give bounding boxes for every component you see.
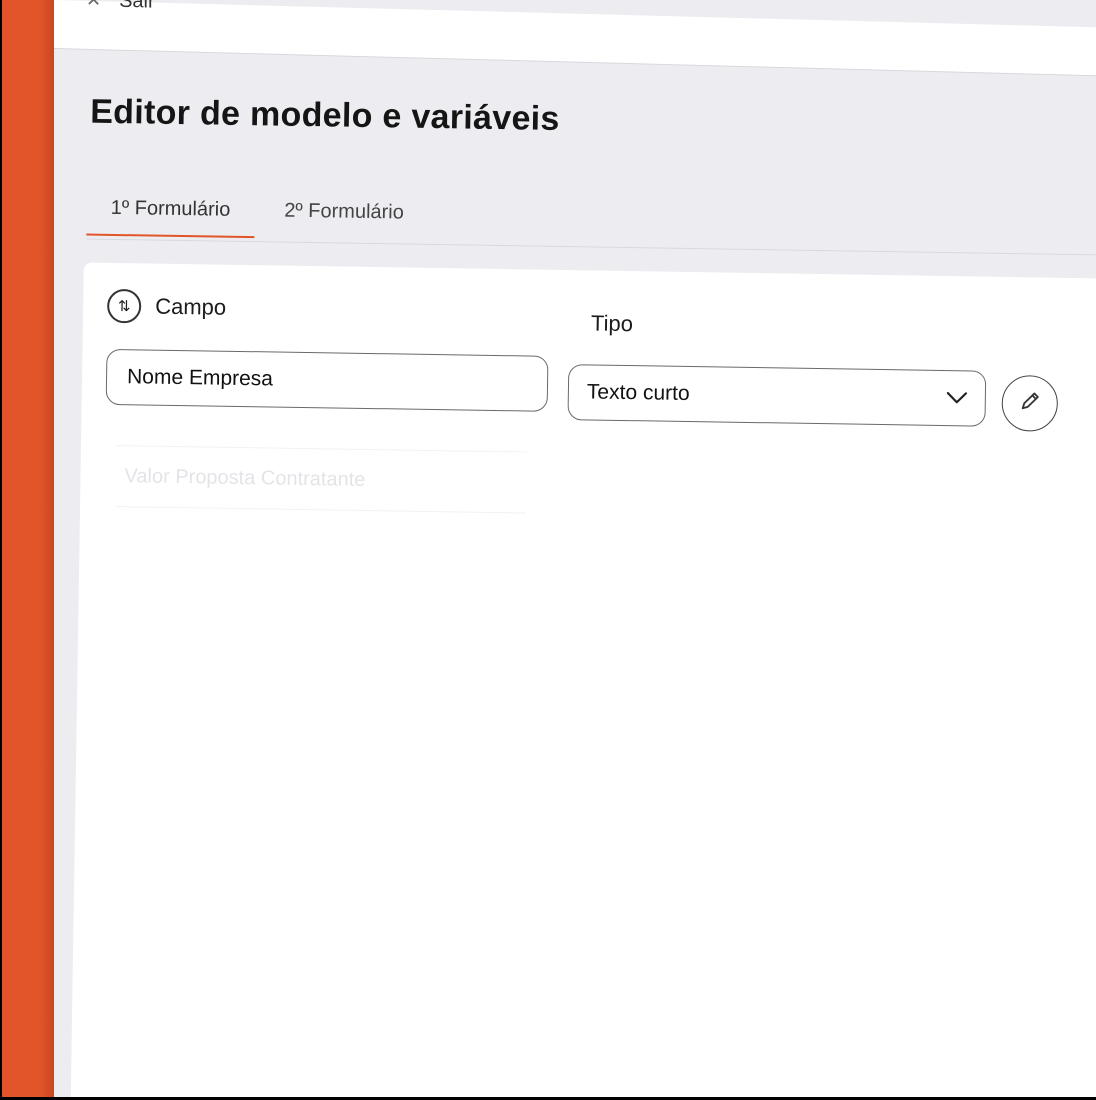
field-type-select[interactable]: Texto curto <box>567 364 987 427</box>
pencil-icon <box>1017 388 1043 419</box>
sort-icon[interactable]: ⇅ <box>106 288 142 324</box>
page-title: Editor de modelo e variáveis <box>89 92 560 138</box>
tab-second-form[interactable]: 2º Formulário <box>260 199 428 241</box>
type-header-label: Tipo <box>590 310 634 337</box>
brand-accent-bar <box>2 0 54 1098</box>
field-name-value: Nome Empresa <box>126 365 274 391</box>
field-type-value: Texto curto <box>586 380 690 406</box>
ghost-dragging-row: Valor Proposta Contratante <box>116 445 527 514</box>
editor-panel: ✕ Sair Editor de modelo e variáveis 1º F… <box>54 0 1096 1098</box>
screen-frame: ✕ Sair Editor de modelo e variáveis 1º F… <box>0 0 1096 1100</box>
chevron-down-icon <box>945 386 969 410</box>
field-header-label: Campo <box>155 293 227 320</box>
field-name-input[interactable]: Nome Empresa <box>105 348 549 412</box>
editor-content: Editor de modelo e variáveis 1º Formulár… <box>54 0 1096 1098</box>
fields-card: ⇅ Campo Tipo Nome Empresa Texto curto Va… <box>70 262 1096 1098</box>
field-column-header: ⇅ Campo <box>106 288 227 325</box>
tab-first-form[interactable]: 1º Formulário <box>86 197 254 239</box>
edit-field-button[interactable] <box>1001 374 1059 432</box>
tabs-divider <box>86 238 1096 256</box>
form-tabs: 1º Formulário 2º Formulário <box>86 197 434 241</box>
